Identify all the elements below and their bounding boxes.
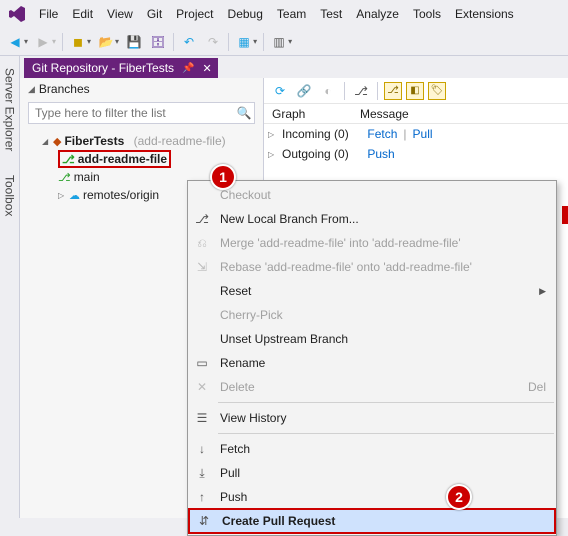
merge-icon: ⎌	[192, 236, 212, 251]
ctx-pull[interactable]: ⤓Pull	[188, 461, 556, 485]
push-link[interactable]: Push	[367, 147, 394, 161]
ctx-reset[interactable]: Reset▶	[188, 279, 556, 303]
vs-logo-icon	[8, 5, 26, 23]
sidebar-tab-server-explorer[interactable]: Server Explorer	[1, 62, 19, 157]
menu-analyze[interactable]: Analyze	[349, 3, 406, 25]
branches-header[interactable]: ◢Branches	[20, 78, 263, 100]
ctx-fetch[interactable]: ↓Fetch	[188, 437, 556, 461]
push-icon: ↑	[192, 490, 212, 504]
graph-button[interactable]: ◐	[318, 81, 338, 101]
ctx-separator	[218, 433, 554, 434]
nav-back-button[interactable]: ◀	[4, 31, 26, 53]
pull-icon: ⤓	[192, 466, 212, 481]
menu-git[interactable]: Git	[140, 3, 169, 25]
search-icon[interactable]: 🔍	[234, 106, 254, 120]
side-tab-strip: Server Explorer Toolbox	[0, 56, 20, 518]
sidebar-tab-toolbox[interactable]: Toolbox	[1, 169, 19, 222]
menu-edit[interactable]: Edit	[65, 3, 100, 25]
menu-tools[interactable]: Tools	[406, 3, 448, 25]
fetch-link[interactable]: Fetch	[367, 127, 397, 141]
close-icon[interactable]: ✕	[203, 62, 212, 75]
link-button[interactable]: 🔗	[294, 81, 314, 101]
rename-icon: ▭	[192, 356, 212, 370]
callout-1: 1	[210, 164, 236, 190]
history-icon: ☰	[192, 411, 212, 425]
history-toolbar: ⟳ 🔗 ◐ ⎇ ⎇ ◧ 🏷	[264, 78, 568, 104]
ctx-cherry-pick[interactable]: Cherry-Pick	[188, 303, 556, 327]
ctx-delete[interactable]: ✕DeleteDel	[188, 375, 556, 399]
open-button[interactable]: 📂	[95, 31, 117, 53]
menu-extensions[interactable]: Extensions	[448, 3, 521, 25]
toolbar: ◀▾ ▶▾ ◼▾ 📂▾ 💾 🗄 ↶ ↷ ▦▾ ▥▾	[0, 28, 568, 56]
menu-file[interactable]: File	[32, 3, 65, 25]
ctx-new-local-branch[interactable]: ⎇New Local Branch From...	[188, 207, 556, 231]
cloud-icon: ☁	[69, 189, 80, 202]
scroll-indicator	[562, 206, 568, 224]
col-graph[interactable]: Graph	[264, 107, 352, 121]
repo-icon: ◆	[53, 135, 61, 148]
delete-icon: ✕	[192, 380, 212, 394]
tb-extra1-button[interactable]: ▦	[233, 31, 255, 53]
tab-git-repository[interactable]: Git Repository - FiberTests 📌 ✕	[24, 58, 218, 78]
menu-team[interactable]: Team	[270, 3, 313, 25]
branch-toggle-button[interactable]: ⎇	[351, 81, 371, 101]
ctx-separator	[218, 402, 554, 403]
ctx-view-history[interactable]: ☰View History	[188, 406, 556, 430]
menu-project[interactable]: Project	[169, 3, 220, 25]
branch-icon: ⎇	[58, 171, 71, 184]
menubar: File Edit View Git Project Debug Team Te…	[0, 0, 568, 28]
branch-icon: ⎇	[192, 212, 212, 226]
tb-extra2-button[interactable]: ▥	[268, 31, 290, 53]
refresh-button[interactable]: ⟳	[270, 81, 290, 101]
menu-view[interactable]: View	[100, 3, 140, 25]
filter1-button[interactable]: ⎇	[384, 82, 402, 100]
pull-link[interactable]: Pull	[413, 127, 433, 141]
ctx-rename[interactable]: ▭Rename	[188, 351, 556, 375]
fetch-icon: ↓	[192, 442, 212, 456]
menu-test[interactable]: Test	[313, 3, 349, 25]
redo-button[interactable]: ↷	[202, 31, 224, 53]
filter3-button[interactable]: 🏷	[428, 82, 446, 100]
chevron-right-icon: ▶	[539, 286, 546, 297]
new-project-button[interactable]: ◼	[67, 31, 89, 53]
callout-2: 2	[446, 484, 472, 510]
ctx-merge[interactable]: ⎌Merge 'add-readme-file' into 'add-readm…	[188, 231, 556, 255]
nav-forward-button[interactable]: ▶	[32, 31, 54, 53]
incoming-row[interactable]: ▷Incoming (0) Fetch | Pull	[264, 124, 568, 144]
pull-request-icon: ⇵	[194, 514, 214, 528]
branch-context-menu: Checkout ⎇New Local Branch From... ⎌Merg…	[187, 180, 557, 536]
repo-node[interactable]: ◢◆ FiberTests (add-readme-file)	[28, 132, 263, 150]
branch-filter-input[interactable]	[29, 106, 234, 120]
pin-icon[interactable]: 📌	[182, 63, 194, 74]
menu-debug[interactable]: Debug	[221, 3, 270, 25]
ctx-push[interactable]: ↑Push	[188, 485, 556, 509]
ctx-create-pull-request[interactable]: ⇵Create Pull Request	[188, 508, 556, 534]
filter2-button[interactable]: ◧	[406, 82, 424, 100]
tab-title: Git Repository - FiberTests	[32, 61, 174, 75]
outgoing-row[interactable]: ▷Outgoing (0) Push	[264, 144, 568, 164]
branch-filter: 🔍	[28, 102, 255, 124]
ctx-rebase[interactable]: ⇲Rebase 'add-readme-file' onto 'add-read…	[188, 255, 556, 279]
save-button[interactable]: 💾	[123, 31, 145, 53]
ctx-unset-upstream[interactable]: Unset Upstream Branch	[188, 327, 556, 351]
ctx-checkout[interactable]: Checkout	[188, 183, 556, 207]
history-columns: Graph Message	[264, 104, 568, 124]
save-all-button[interactable]: 🗄	[147, 31, 169, 53]
branch-icon: ⎇	[62, 153, 75, 166]
col-message[interactable]: Message	[352, 107, 417, 121]
rebase-icon: ⇲	[192, 260, 212, 274]
document-tabs: Git Repository - FiberTests 📌 ✕	[20, 56, 568, 78]
undo-button[interactable]: ↶	[178, 31, 200, 53]
